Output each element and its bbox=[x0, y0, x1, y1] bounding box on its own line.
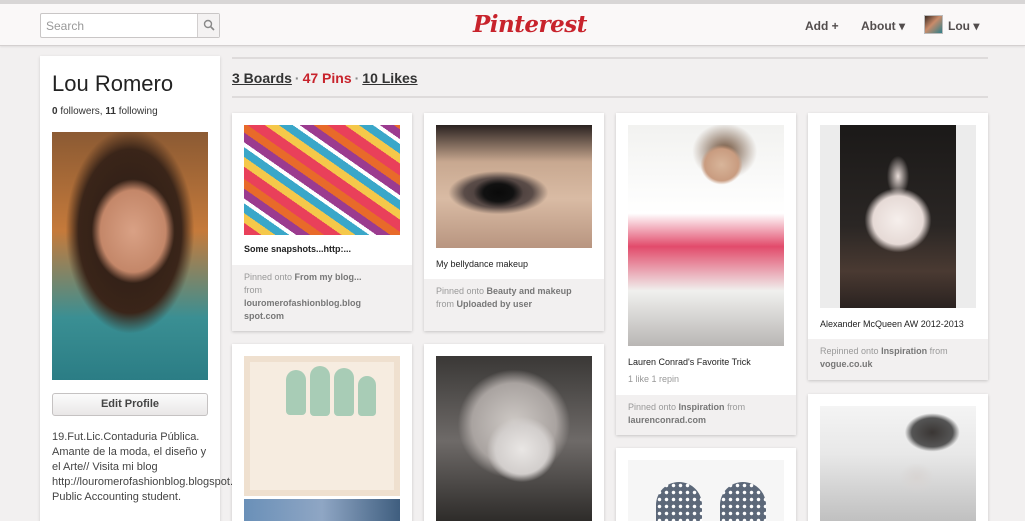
pin-source-link[interactable]: vogue.co.uk bbox=[820, 359, 873, 369]
pin-card[interactable]: Some snapshots...http:... Pinned onto Fr… bbox=[232, 113, 412, 331]
pin-board-link[interactable]: Inspiration bbox=[679, 402, 725, 412]
nail-shape bbox=[358, 376, 376, 416]
pin-stats: 1 like 1 repin bbox=[628, 374, 680, 384]
tabs-divider-bottom bbox=[232, 96, 988, 98]
profile-card: Lou Romero 0 followers, 11 following Edi… bbox=[40, 56, 263, 521]
pin-image-bardot[interactable] bbox=[436, 356, 592, 521]
pin-attribution: Pinned onto Beauty and makeup from Uploa… bbox=[424, 279, 604, 331]
pin-image-nails[interactable] bbox=[244, 356, 400, 496]
search-icon bbox=[203, 19, 215, 31]
pin-description: Lauren Conrad's Favorite Trick bbox=[628, 357, 751, 367]
tab-pins[interactable]: 47 Pins bbox=[303, 70, 352, 86]
following-count[interactable]: 11 bbox=[105, 106, 116, 117]
pin-foot-from: from bbox=[724, 402, 746, 412]
pin-board-link[interactable]: Inspiration bbox=[881, 346, 927, 356]
pin-board-link[interactable]: From my blog... bbox=[295, 272, 362, 282]
pin-source-link[interactable]: louromerofashionblog.blog spot.com bbox=[244, 298, 361, 321]
shoe-shape bbox=[720, 482, 766, 521]
user-menu[interactable]: Lou ▾ bbox=[948, 19, 979, 33]
pin-card[interactable] bbox=[424, 344, 604, 521]
nail-shape bbox=[310, 366, 330, 416]
pin-description: My bellydance makeup bbox=[436, 259, 529, 269]
pin-foot-from: from bbox=[436, 299, 457, 309]
pin-foot-prefix: Repinned onto bbox=[820, 346, 882, 356]
nail-shape bbox=[286, 370, 306, 415]
nail-shape bbox=[334, 368, 354, 416]
about-menu[interactable]: About ▾ bbox=[861, 19, 905, 33]
pin-card[interactable] bbox=[616, 448, 796, 521]
pin-foot-from: from bbox=[927, 346, 948, 356]
pin-image-photo bbox=[840, 125, 956, 308]
pin-card[interactable] bbox=[232, 344, 412, 521]
top-nav-bar: Pinterest Add + About ▾ Lou ▾ bbox=[0, 0, 1025, 46]
pin-image-vintage-portrait[interactable] bbox=[820, 406, 976, 521]
profile-bio: 19.Fut.Lic.Contaduria Pública. Amante de… bbox=[52, 431, 263, 503]
pin-image-eye-makeup[interactable] bbox=[436, 125, 592, 248]
pinterest-logo[interactable]: Pinterest bbox=[473, 11, 587, 38]
search-box bbox=[40, 13, 220, 38]
pin-card[interactable]: Alexander McQueen AW 2012-2013 Repinned … bbox=[808, 113, 988, 380]
profile-tabs: 3 Boards · 47 Pins · 10 Likes bbox=[232, 70, 418, 86]
pin-attribution: Repinned onto Inspiration from vogue.co.… bbox=[808, 339, 988, 380]
pin-attribution: Pinned onto From my blog... from lourome… bbox=[232, 265, 412, 331]
profile-photo bbox=[52, 132, 208, 380]
pin-board-link[interactable]: Beauty and makeup bbox=[487, 286, 572, 296]
pin-foot-prefix: Pinned onto bbox=[628, 402, 679, 412]
tab-separator: · bbox=[354, 70, 360, 86]
shoe-shape bbox=[656, 482, 702, 521]
pin-image-lauren-conrad[interactable] bbox=[628, 125, 784, 346]
pin-source-link[interactable]: laurenconrad.com bbox=[628, 415, 706, 425]
pin-source-link[interactable]: Uploaded by user bbox=[457, 299, 533, 309]
pin-card[interactable]: Lauren Conrad's Favorite Trick 1 like 1 … bbox=[616, 113, 796, 435]
tab-separator: · bbox=[294, 70, 300, 86]
pin-attribution: Pinned onto Inspiration from laurenconra… bbox=[616, 395, 796, 435]
pin-description: Alexander McQueen AW 2012-2013 bbox=[820, 319, 964, 329]
user-avatar-small[interactable] bbox=[924, 15, 943, 34]
search-input[interactable] bbox=[46, 18, 196, 34]
pin-foot-from: from bbox=[244, 285, 262, 295]
pin-card[interactable]: My bellydance makeup Pinned onto Beauty … bbox=[424, 113, 604, 331]
pin-foot-prefix: Pinned onto bbox=[436, 286, 487, 296]
tab-likes[interactable]: 10 Likes bbox=[362, 70, 417, 86]
edit-profile-button[interactable]: Edit Profile bbox=[52, 393, 208, 416]
search-button[interactable] bbox=[197, 14, 219, 37]
pin-image-mcqueen[interactable] bbox=[820, 125, 976, 308]
pin-image-shoes[interactable] bbox=[628, 460, 784, 521]
pin-foot-prefix: Pinned onto bbox=[244, 272, 295, 282]
pin-image-magazines[interactable] bbox=[244, 125, 400, 235]
following-label: following bbox=[115, 106, 158, 117]
followers-label: followers, bbox=[57, 106, 106, 117]
profile-stats: 0 followers, 11 following bbox=[52, 106, 158, 117]
profile-name: Lou Romero bbox=[52, 71, 174, 96]
tab-boards[interactable]: 3 Boards bbox=[232, 70, 292, 86]
tabs-divider-top bbox=[232, 57, 988, 59]
pin-card[interactable] bbox=[808, 394, 988, 521]
add-menu[interactable]: Add + bbox=[805, 19, 839, 33]
pin-image-strip[interactable] bbox=[244, 499, 400, 521]
pin-description: Some snapshots...http:... bbox=[244, 244, 352, 254]
